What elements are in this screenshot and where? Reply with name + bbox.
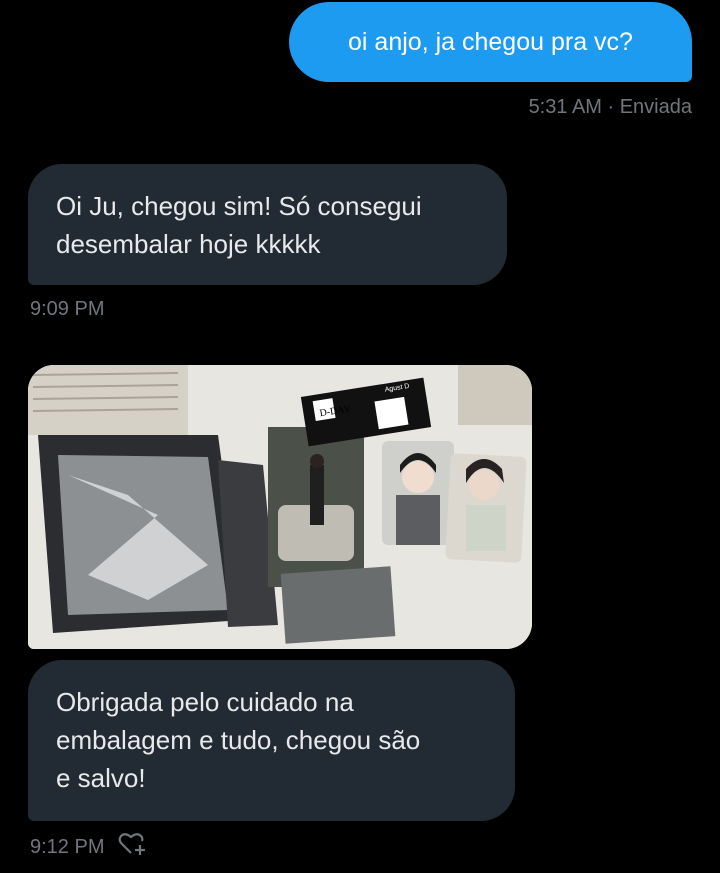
heart-plus-icon[interactable] [118,831,148,863]
received-message-meta: 9:12 PM [30,831,148,863]
message-line: Obrigada pelo cuidado na [56,687,354,717]
message-line: desembalar hoje kkkkk [56,229,321,259]
message-line: e salvo! [56,763,146,793]
received-message-timestamp: 9:12 PM [30,836,105,858]
message-line: Oi Ju, chegou sim! Só consegui [56,191,422,221]
message-line: embalagem e tudo, chegou são [56,725,421,755]
received-message-timestamp: 9:09 PM [30,298,105,320]
received-message-bubble[interactable]: Oi Ju, chegou sim! Só consegui desembala… [28,164,507,285]
attached-photo[interactable]: D-DAY Agust D [28,365,532,649]
sent-message-timestamp: 5:31 AM · Enviada [528,96,692,118]
photo-illustration: D-DAY Agust D [28,365,532,649]
sent-message-bubble[interactable]: oi anjo, ja chegou pra vc? [289,2,692,82]
sent-message-text: oi anjo, ja chegou pra vc? [348,28,633,56]
received-message-bubble[interactable]: Obrigada pelo cuidado na embalagem e tud… [28,660,515,821]
